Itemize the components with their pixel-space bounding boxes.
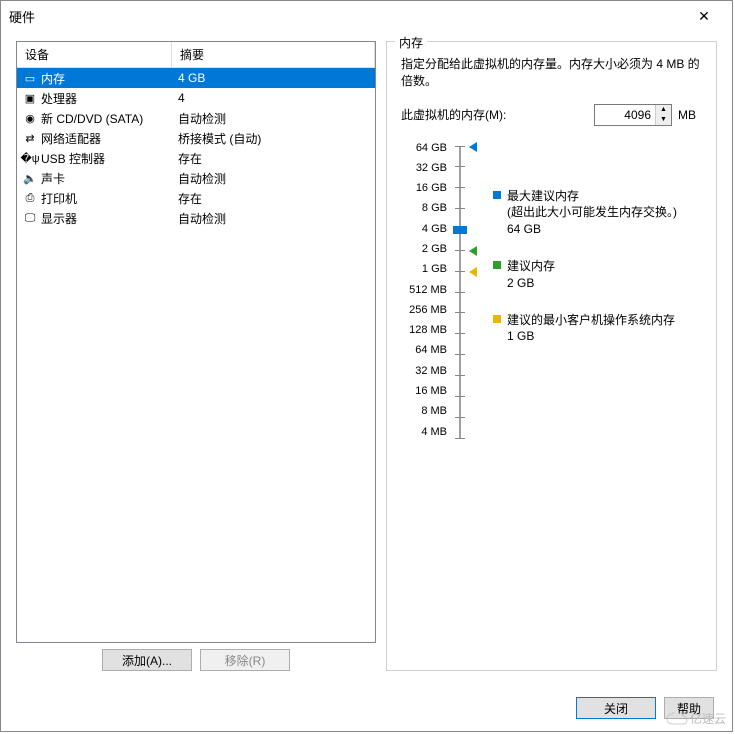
table-row[interactable]: ⎙ 打印机 存在 [17, 188, 375, 208]
pointer-max-icon [469, 142, 477, 152]
slider-ticks: 64 GB 32 GB 16 GB 8 GB 4 GB 2 GB 1 GB 512 MB 256… [401, 142, 451, 442]
device-summary: 4 GB [172, 71, 375, 85]
memory-slider[interactable] [451, 142, 469, 442]
tick-label: 8 GB [422, 202, 447, 218]
legend-min-title: 建议的最小客户机操作系统内存 [507, 313, 675, 327]
col-header-summary[interactable]: 摘要 [172, 42, 375, 67]
device-name: 新 CD/DVD (SATA) [41, 110, 143, 127]
legend-max-value: 64 GB [507, 222, 541, 236]
printer-icon: ⎙ [23, 191, 37, 205]
tick-label: 512 MB [409, 284, 447, 300]
tick-label: 4 MB [421, 426, 447, 442]
device-summary: 存在 [172, 150, 375, 167]
device-name: 打印机 [41, 190, 77, 207]
memory-description: 指定分配给此虚拟机的内存量。内存大小必须为 4 MB 的倍数。 [401, 56, 702, 90]
table-row[interactable]: ▭ 内存 4 GB [17, 68, 375, 88]
pointer-min-icon [469, 267, 477, 277]
tick-label: 16 GB [416, 182, 447, 198]
device-name: 显示器 [41, 210, 77, 227]
tick-label: 64 MB [415, 344, 447, 360]
device-summary: 存在 [172, 190, 375, 207]
group-title: 内存 [395, 34, 427, 51]
tick-label: 64 GB [416, 142, 447, 158]
table-row[interactable]: ⇄ 网络适配器 桥接模式 (自动) [17, 128, 375, 148]
memory-unit: MB [678, 108, 702, 122]
device-name: 声卡 [41, 170, 65, 187]
device-list: 设备 摘要 ▭ 内存 4 GB ▣ 处理器 4 ◉ 新 CD/DVD (SATA) 自动检测 ⇄ 网… [16, 41, 376, 643]
remove-button: 移除(R) [200, 649, 290, 671]
device-name: 网络适配器 [41, 130, 101, 147]
usb-icon: �ψ [23, 151, 37, 165]
memory-icon: ▭ [23, 71, 37, 85]
table-row[interactable]: ▣ 处理器 4 [17, 88, 375, 108]
device-summary: 自动检测 [172, 110, 375, 127]
memory-input[interactable] [595, 105, 655, 125]
add-button[interactable]: 添加(A)... [102, 649, 192, 671]
tick-label: 1 GB [422, 263, 447, 279]
tick-label: 32 GB [416, 162, 447, 178]
memory-spinner[interactable]: ▲ ▼ [594, 104, 672, 126]
list-header: 设备 摘要 [17, 42, 375, 68]
spinner-up-icon[interactable]: ▲ [656, 105, 671, 115]
device-name: USB 控制器 [41, 150, 105, 167]
legend-min-value: 1 GB [507, 329, 534, 343]
device-summary: 自动检测 [172, 170, 375, 187]
legend-rec-color-icon [493, 261, 501, 269]
legend-max-note: (超出此大小可能发生内存交换。) [507, 205, 677, 219]
device-summary: 桥接模式 (自动) [172, 130, 375, 147]
tick-label: 4 GB [422, 223, 447, 239]
legend-min-color-icon [493, 315, 501, 323]
device-name: 处理器 [41, 90, 77, 107]
cpu-icon: ▣ [23, 91, 37, 105]
tick-label: 8 MB [421, 405, 447, 421]
tick-label: 32 MB [415, 365, 447, 381]
tick-label: 128 MB [409, 324, 447, 340]
table-row[interactable]: 🖵 显示器 自动检测 [17, 208, 375, 228]
slider-thumb-icon[interactable] [453, 226, 467, 234]
table-row[interactable]: ◉ 新 CD/DVD (SATA) 自动检测 [17, 108, 375, 128]
device-summary: 4 [172, 91, 375, 105]
memory-legend: 最大建议内存 (超出此大小可能发生内存交换。) 64 GB 建议内存 2 GB … [483, 142, 702, 442]
tick-label: 16 MB [415, 385, 447, 401]
tick-label: 256 MB [409, 304, 447, 320]
memory-panel: 内存 指定分配给此虚拟机的内存量。内存大小必须为 4 MB 的倍数。 此虚拟机的… [386, 41, 717, 671]
legend-max-color-icon [493, 191, 501, 199]
col-header-device[interactable]: 设备 [17, 42, 172, 67]
hardware-dialog: 硬件 ✕ 设备 摘要 ▭ 内存 4 GB ▣ 处理器 4 ◉ 新 CD/DVD (SATA) 自… [0, 0, 733, 732]
close-button[interactable]: 关闭 [576, 697, 656, 719]
sound-icon: 🔈 [23, 171, 37, 185]
close-icon[interactable]: ✕ [684, 8, 724, 25]
memory-field-label: 此虚拟机的内存(M): [401, 106, 506, 123]
pointer-rec-icon [469, 246, 477, 256]
dialog-footer: 关闭 帮助 [576, 697, 714, 719]
slider-pointers [469, 142, 483, 442]
nic-icon: ⇄ [23, 131, 37, 145]
tick-label: 2 GB [422, 243, 447, 259]
table-row[interactable]: �ψ USB 控制器 存在 [17, 148, 375, 168]
cd-icon: ◉ [23, 111, 37, 125]
spinner-down-icon[interactable]: ▼ [656, 115, 671, 125]
device-panel: 设备 摘要 ▭ 内存 4 GB ▣ 处理器 4 ◉ 新 CD/DVD (SATA) 自动检测 ⇄ 网… [16, 41, 376, 671]
legend-rec-title: 建议内存 [507, 259, 555, 273]
legend-rec-value: 2 GB [507, 276, 534, 290]
titlebar: 硬件 ✕ [1, 1, 732, 31]
device-buttons: 添加(A)... 移除(R) [16, 649, 376, 671]
help-button[interactable]: 帮助 [664, 697, 714, 719]
table-row[interactable]: 🔈 声卡 自动检测 [17, 168, 375, 188]
device-summary: 自动检测 [172, 210, 375, 227]
display-icon: 🖵 [23, 211, 37, 225]
legend-max-title: 最大建议内存 [507, 189, 579, 203]
dialog-title: 硬件 [9, 7, 684, 26]
device-name: 内存 [41, 70, 65, 87]
